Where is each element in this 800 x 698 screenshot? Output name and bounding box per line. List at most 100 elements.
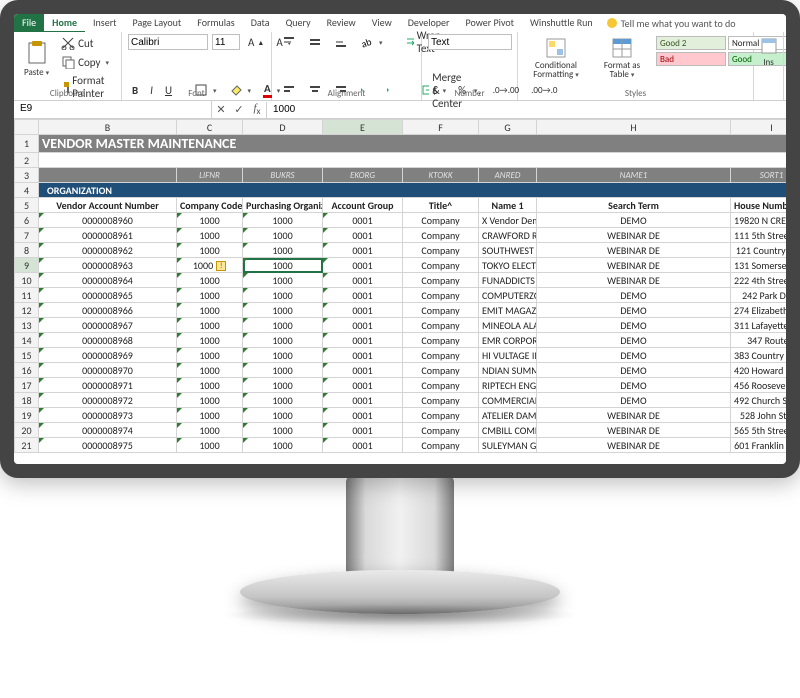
table-row[interactable]: 180000008972100010000001CompanyCOMMERCIA… xyxy=(15,393,787,408)
conditional-formatting-button[interactable]: Conditional Formatting xyxy=(524,34,588,82)
cell-code[interactable]: 1000! xyxy=(177,258,243,273)
cell-porg[interactable]: 1000 xyxy=(243,213,323,228)
cell-code[interactable]: 1000 xyxy=(177,288,243,303)
cell-title[interactable]: Company xyxy=(403,378,479,393)
cell-code[interactable]: 1000 xyxy=(177,273,243,288)
cell-vendor[interactable]: 0000008972 xyxy=(39,393,177,408)
cell-term[interactable]: WEBINAR DE xyxy=(537,423,731,438)
cell-term[interactable]: DEMO xyxy=(537,348,731,363)
cell-vendor[interactable]: 0000008965 xyxy=(39,288,177,303)
cell-code[interactable]: 1000 xyxy=(177,393,243,408)
cell-grp[interactable]: 0001 xyxy=(323,303,403,318)
cell-addr[interactable]: 274 Elizabeth Street xyxy=(731,303,787,318)
cell-title[interactable]: Company xyxy=(403,363,479,378)
increase-font-button[interactable]: A▲ xyxy=(244,34,268,51)
table-row[interactable]: 140000008968100010000001CompanyEMR CORPO… xyxy=(15,333,787,348)
cell-name1[interactable]: HI VULTAGE INTIGRATED LLC xyxy=(479,348,537,363)
cell-porg[interactable]: 1000 xyxy=(243,378,323,393)
cell-title[interactable]: Company xyxy=(403,408,479,423)
col-header-H[interactable]: H xyxy=(537,120,731,135)
name-box-input[interactable] xyxy=(18,101,207,117)
cell-title[interactable]: Company xyxy=(403,318,479,333)
cell-name1[interactable]: NDIAN SUMMER NATIVE AMERICAN ART xyxy=(479,363,537,378)
cell-vendor[interactable]: 0000008968 xyxy=(39,333,177,348)
row-header-13[interactable]: 13 xyxy=(15,318,39,333)
table-row[interactable]: 60000008960100010000001CompanyX Vendor D… xyxy=(15,213,787,228)
align-top-button[interactable] xyxy=(278,33,300,51)
cell-name1[interactable]: EMIT MAGAZINE xyxy=(479,303,537,318)
font-family-combo[interactable] xyxy=(128,34,208,50)
cell-porg[interactable]: 1000 xyxy=(243,243,323,258)
cell-name1[interactable]: ATELIER DAMMARELL xyxy=(479,408,537,423)
row-header-3[interactable]: 3 xyxy=(15,168,39,183)
row-header-11[interactable]: 11 xyxy=(15,288,39,303)
insert-cells-button[interactable]: Ins xyxy=(760,34,777,69)
cell-grp[interactable]: 0001 xyxy=(323,438,403,453)
cell-grp[interactable]: 0001 xyxy=(323,243,403,258)
cell-term[interactable]: DEMO xyxy=(537,393,731,408)
cell-title[interactable]: Company xyxy=(403,213,479,228)
cell-grp[interactable]: 0001 xyxy=(323,348,403,363)
cell-vendor[interactable]: 0000008967 xyxy=(39,318,177,333)
table-row[interactable]: 900000089631000!10000001CompanyTOKYO ELE… xyxy=(15,258,787,273)
tab-winshuttle-run[interactable]: Winshuttle Run xyxy=(522,14,601,32)
cell-code[interactable]: 1000 xyxy=(177,243,243,258)
cell-code[interactable]: 1000 xyxy=(177,378,243,393)
col-header-E[interactable]: E xyxy=(323,120,403,135)
cell-vendor[interactable]: 0000008961 xyxy=(39,228,177,243)
name-box[interactable] xyxy=(14,101,212,119)
grid[interactable]: BCDEFGHIJ 1VENDOR MASTER MAINTENANCE2NOT… xyxy=(14,119,786,453)
row-header-9[interactable]: 9 xyxy=(15,258,39,273)
table-row[interactable]: 210000008975100010000001CompanySULEYMAN … xyxy=(15,438,787,453)
cell-grp[interactable]: 0001 xyxy=(323,288,403,303)
cell-addr[interactable]: 121 Country Lane xyxy=(731,243,787,258)
cell-code[interactable]: 1000 xyxy=(177,228,243,243)
cell-name1[interactable]: SULEYMAN GULEYUPOGLU xyxy=(479,438,537,453)
cell-name1[interactable]: COMPUTERZONEONLINE xyxy=(479,288,537,303)
table-row[interactable]: 100000008964100010000001CompanyFUNADDICT… xyxy=(15,273,787,288)
cell-term[interactable]: DEMO xyxy=(537,363,731,378)
cell-grp[interactable]: 0001 xyxy=(323,378,403,393)
cell-name1[interactable]: EMR CORPORATION xyxy=(479,333,537,348)
cell-term[interactable]: DEMO xyxy=(537,378,731,393)
cell-addr[interactable]: 383 Country Club Drive xyxy=(731,348,787,363)
worksheet[interactable]: BCDEFGHIJ 1VENDOR MASTER MAINTENANCE2NOT… xyxy=(14,119,786,464)
cell-porg[interactable]: 1000 xyxy=(243,348,323,363)
cell-porg[interactable]: 1000 xyxy=(243,288,323,303)
cell-grp[interactable]: 0001 xyxy=(323,213,403,228)
cell-title[interactable]: Company xyxy=(403,348,479,363)
row-header-2[interactable]: 2 xyxy=(15,153,39,168)
cell-vendor[interactable]: 0000008969 xyxy=(39,348,177,363)
cell-name1[interactable]: CMBILL COMPANY xyxy=(479,423,537,438)
cell-code[interactable]: 1000 xyxy=(177,333,243,348)
row-header-16[interactable]: 16 xyxy=(15,363,39,378)
cell-code[interactable]: 1000 xyxy=(177,213,243,228)
cell-addr[interactable]: 528 John Street xyxy=(731,408,787,423)
cell-vendor[interactable]: 0000008973 xyxy=(39,408,177,423)
cell-addr[interactable]: 601 Franklin Court xyxy=(731,438,787,453)
tab-insert[interactable]: Insert xyxy=(85,14,125,32)
cell-title[interactable]: Company xyxy=(403,438,479,453)
cell-porg[interactable]: 1000 xyxy=(243,273,323,288)
column-headers[interactable]: BCDEFGHIJ xyxy=(15,120,787,135)
cell-addr[interactable]: 456 Roosevelt Avenue xyxy=(731,378,787,393)
table-row[interactable]: 70000008961100010000001CompanyCRAWFORD R… xyxy=(15,228,787,243)
row-header-5[interactable]: 5 xyxy=(15,198,39,213)
cell-addr[interactable]: 19820 N CREEK PKWY xyxy=(731,213,787,228)
cell-vendor[interactable]: 0000008963 xyxy=(39,258,177,273)
row-header-14[interactable]: 14 xyxy=(15,333,39,348)
cell-grp[interactable]: 0001 xyxy=(323,363,403,378)
cell-porg[interactable]: 1000 xyxy=(243,333,323,348)
tab-power-pivot[interactable]: Power Pivot xyxy=(458,14,523,32)
col-header-I[interactable]: I xyxy=(731,120,787,135)
cell-vendor[interactable]: 0000008962 xyxy=(39,243,177,258)
col-header-B[interactable]: B xyxy=(39,120,177,135)
cut-button[interactable]: Cut xyxy=(57,34,115,52)
table-row[interactable]: 130000008967100010000001CompanyMINEOLA A… xyxy=(15,318,787,333)
style-bad[interactable]: Bad xyxy=(656,52,726,66)
error-indicator-icon[interactable]: ! xyxy=(216,261,226,271)
cell-grp[interactable]: 0001 xyxy=(323,408,403,423)
tab-data[interactable]: Data xyxy=(243,14,278,32)
table-row[interactable]: 120000008966100010000001CompanyEMIT MAGA… xyxy=(15,303,787,318)
paste-button[interactable]: Paste xyxy=(20,34,53,82)
